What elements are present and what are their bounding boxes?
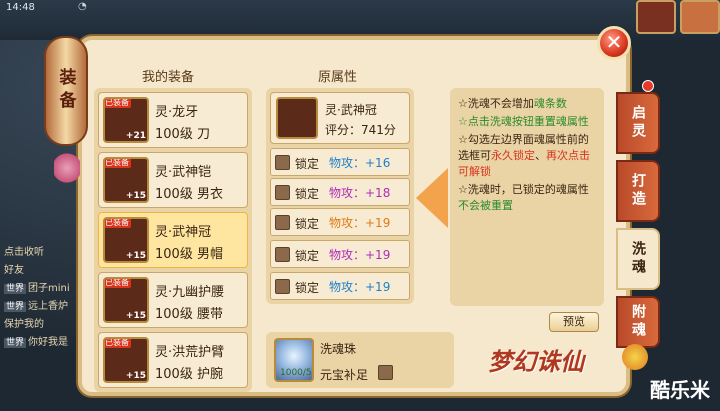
attribute-value: 物攻：+19 xyxy=(329,280,391,294)
refine-level: +15 xyxy=(125,251,146,261)
helmet-icon xyxy=(276,97,318,139)
bracer-icon: 已装备 +15 xyxy=(103,337,149,383)
item-name: 灵·武神冠 xyxy=(155,225,212,240)
lock-label: 锁定 xyxy=(295,157,320,171)
item-desc: 100级 男衣 xyxy=(155,187,223,202)
lock-checkbox[interactable] xyxy=(275,279,290,294)
selected-item-header: 灵·武神冠 评分：741分 xyxy=(270,92,410,144)
tab-qiling[interactable]: 启灵 xyxy=(616,92,660,154)
attribute-row: 锁定 物攻：+18 xyxy=(270,178,410,206)
tip-text: 、 xyxy=(535,149,546,162)
title-lantern: 装备 xyxy=(44,36,88,146)
refine-level: +15 xyxy=(125,371,146,381)
notification-dot xyxy=(642,80,654,92)
item-name: 灵·龙牙 xyxy=(155,105,199,120)
team-avatar-1[interactable] xyxy=(636,0,676,34)
refine-level: +15 xyxy=(125,311,146,321)
lock-label: 锁定 xyxy=(295,281,320,295)
equipped-badge: 已装备 xyxy=(105,338,131,348)
item-desc: 100级 腰带 xyxy=(155,307,223,322)
attribute-row: 锁定 物攻：+19 xyxy=(270,272,410,300)
lock-label: 锁定 xyxy=(295,217,320,231)
tip-text: ☆洗魂时，已锁定的魂属性 xyxy=(458,183,589,196)
tassel-ornament-icon xyxy=(54,148,80,188)
helmet-icon: 已装备 +15 xyxy=(103,217,149,263)
team-avatar-2[interactable] xyxy=(680,0,720,34)
tab-dazao[interactable]: 打造 xyxy=(616,160,660,222)
refine-level: +15 xyxy=(125,191,146,201)
attribute-value: 物攻：+18 xyxy=(329,186,391,200)
lock-checkbox[interactable] xyxy=(275,247,290,262)
preview-button[interactable]: 预览 xyxy=(549,312,599,332)
lock-label: 锁定 xyxy=(295,187,320,201)
lock-label: 锁定 xyxy=(295,249,320,263)
armor-icon: 已装备 +15 xyxy=(103,157,149,203)
equipment-item[interactable]: 已装备 +15 灵·洪荒护臂 100级 护腕 xyxy=(98,332,248,388)
attribute-value: 物攻：+16 xyxy=(329,156,391,170)
equipment-list[interactable]: 已装备 +21 灵·龙牙 100级 刀 已装备 +15 灵·武神铠 100级 男衣 … xyxy=(94,88,252,392)
chat-channel-tag: 世界 xyxy=(4,284,27,294)
attribute-row: 锁定 物攻：+19 xyxy=(270,240,410,268)
attribute-row: 锁定 物攻：+16 xyxy=(270,148,410,176)
tip-highlight: 永久锁定 xyxy=(491,149,535,162)
tip-highlight: 不会被重置 xyxy=(458,199,513,212)
equipped-badge: 已装备 xyxy=(105,218,131,228)
wifi-icon: ◔ xyxy=(78,1,87,12)
tip-line: ☆洗魂不会增加魂条数 xyxy=(458,96,598,112)
tip-line: ☆勾选左边界面魂属性前的选框可永久锁定、再次点击可解锁 xyxy=(458,132,598,180)
attribute-value: 物攻：+19 xyxy=(329,248,391,262)
panel-title: 装备 xyxy=(55,68,76,114)
lock-checkbox[interactable] xyxy=(275,155,290,170)
pearl-count: 1000/5 xyxy=(280,368,312,378)
equipped-badge: 已装备 xyxy=(105,98,131,108)
equipment-item[interactable]: 已装备 +15 灵·九幽护腰 100级 腰带 xyxy=(98,272,248,328)
tip-highlight: 魂条数 xyxy=(533,97,567,110)
soul-wash-pearl-panel: 1000/5 洗魂珠 元宝补足 xyxy=(266,332,454,388)
arrow-left-icon xyxy=(416,168,448,228)
equipment-item[interactable]: 已装备 +21 灵·龙牙 100级 刀 xyxy=(98,92,248,148)
site-logo-icon xyxy=(622,344,648,370)
tip-line: ☆点击洗魂按钮重置魂属性 xyxy=(458,115,589,128)
team-avatars[interactable] xyxy=(636,0,720,34)
lock-checkbox[interactable] xyxy=(275,215,290,230)
tip-line: ☆洗魂时，已锁定的魂属性不会被重置 xyxy=(458,182,598,214)
chat-text: 团子mini xyxy=(28,283,70,294)
pearl-name: 洗魂珠 xyxy=(320,342,357,356)
chat-channel-tag: 世界 xyxy=(4,338,27,348)
original-attributes-title: 原属性 xyxy=(318,70,358,85)
item-desc: 100级 刀 xyxy=(155,127,210,142)
attribute-value: 物攻：+19 xyxy=(329,216,391,230)
item-desc: 100级 男帽 xyxy=(155,247,223,262)
tip-text: ☆洗魂不会增加 xyxy=(458,97,534,110)
item-name: 灵·九幽护腰 xyxy=(155,285,225,300)
my-equipment-title: 我的装备 xyxy=(142,70,195,85)
chat-channel-tag: 世界 xyxy=(4,302,27,312)
selected-item-score: 评分：741分 xyxy=(325,123,396,137)
status-time: 14:48 xyxy=(6,2,35,13)
tab-fuhun[interactable]: 附魂 xyxy=(616,296,660,348)
item-name: 灵·洪荒护臂 xyxy=(155,345,225,360)
game-logo: 梦幻诛仙 xyxy=(488,347,584,376)
site-watermark: 酷乐米 xyxy=(650,378,710,402)
chat-text: 远上香炉 xyxy=(28,301,69,312)
chat-text: 你好我是 xyxy=(28,337,69,348)
tab-xihun[interactable]: 洗魂 xyxy=(616,228,660,290)
close-button[interactable]: ✕ xyxy=(597,26,631,60)
tips-panel: ☆洗魂不会增加魂条数 ☆点击洗魂按钮重置魂属性 ☆勾选左边界面魂属性前的选框可永… xyxy=(450,88,604,306)
sword-icon: 已装备 +21 xyxy=(103,97,149,143)
lock-checkbox[interactable] xyxy=(275,185,290,200)
belt-icon: 已装备 +15 xyxy=(103,277,149,323)
equipped-badge: 已装备 xyxy=(105,278,131,288)
yuanbao-supplement-checkbox[interactable] xyxy=(378,365,393,380)
item-desc: 100级 护腕 xyxy=(155,367,223,382)
selected-item-name: 灵·武神冠 xyxy=(325,103,377,117)
equipment-item[interactable]: 已装备 +15 灵·武神铠 100级 男衣 xyxy=(98,152,248,208)
item-name: 灵·武神铠 xyxy=(155,165,212,180)
yuanbao-supplement-label: 元宝补足 xyxy=(320,368,369,382)
equipment-item-selected[interactable]: 已装备 +15 灵·武神冠 100级 男帽 xyxy=(98,212,248,268)
chat-panel[interactable]: 点击收听 好友 世界 团子mini 世界 远上香炉 保护我的 世界 你好我是 xyxy=(0,240,90,410)
equipped-badge: 已装备 xyxy=(105,158,131,168)
attribute-row: 锁定 物攻：+19 xyxy=(270,208,410,236)
refine-level: +21 xyxy=(125,131,146,141)
